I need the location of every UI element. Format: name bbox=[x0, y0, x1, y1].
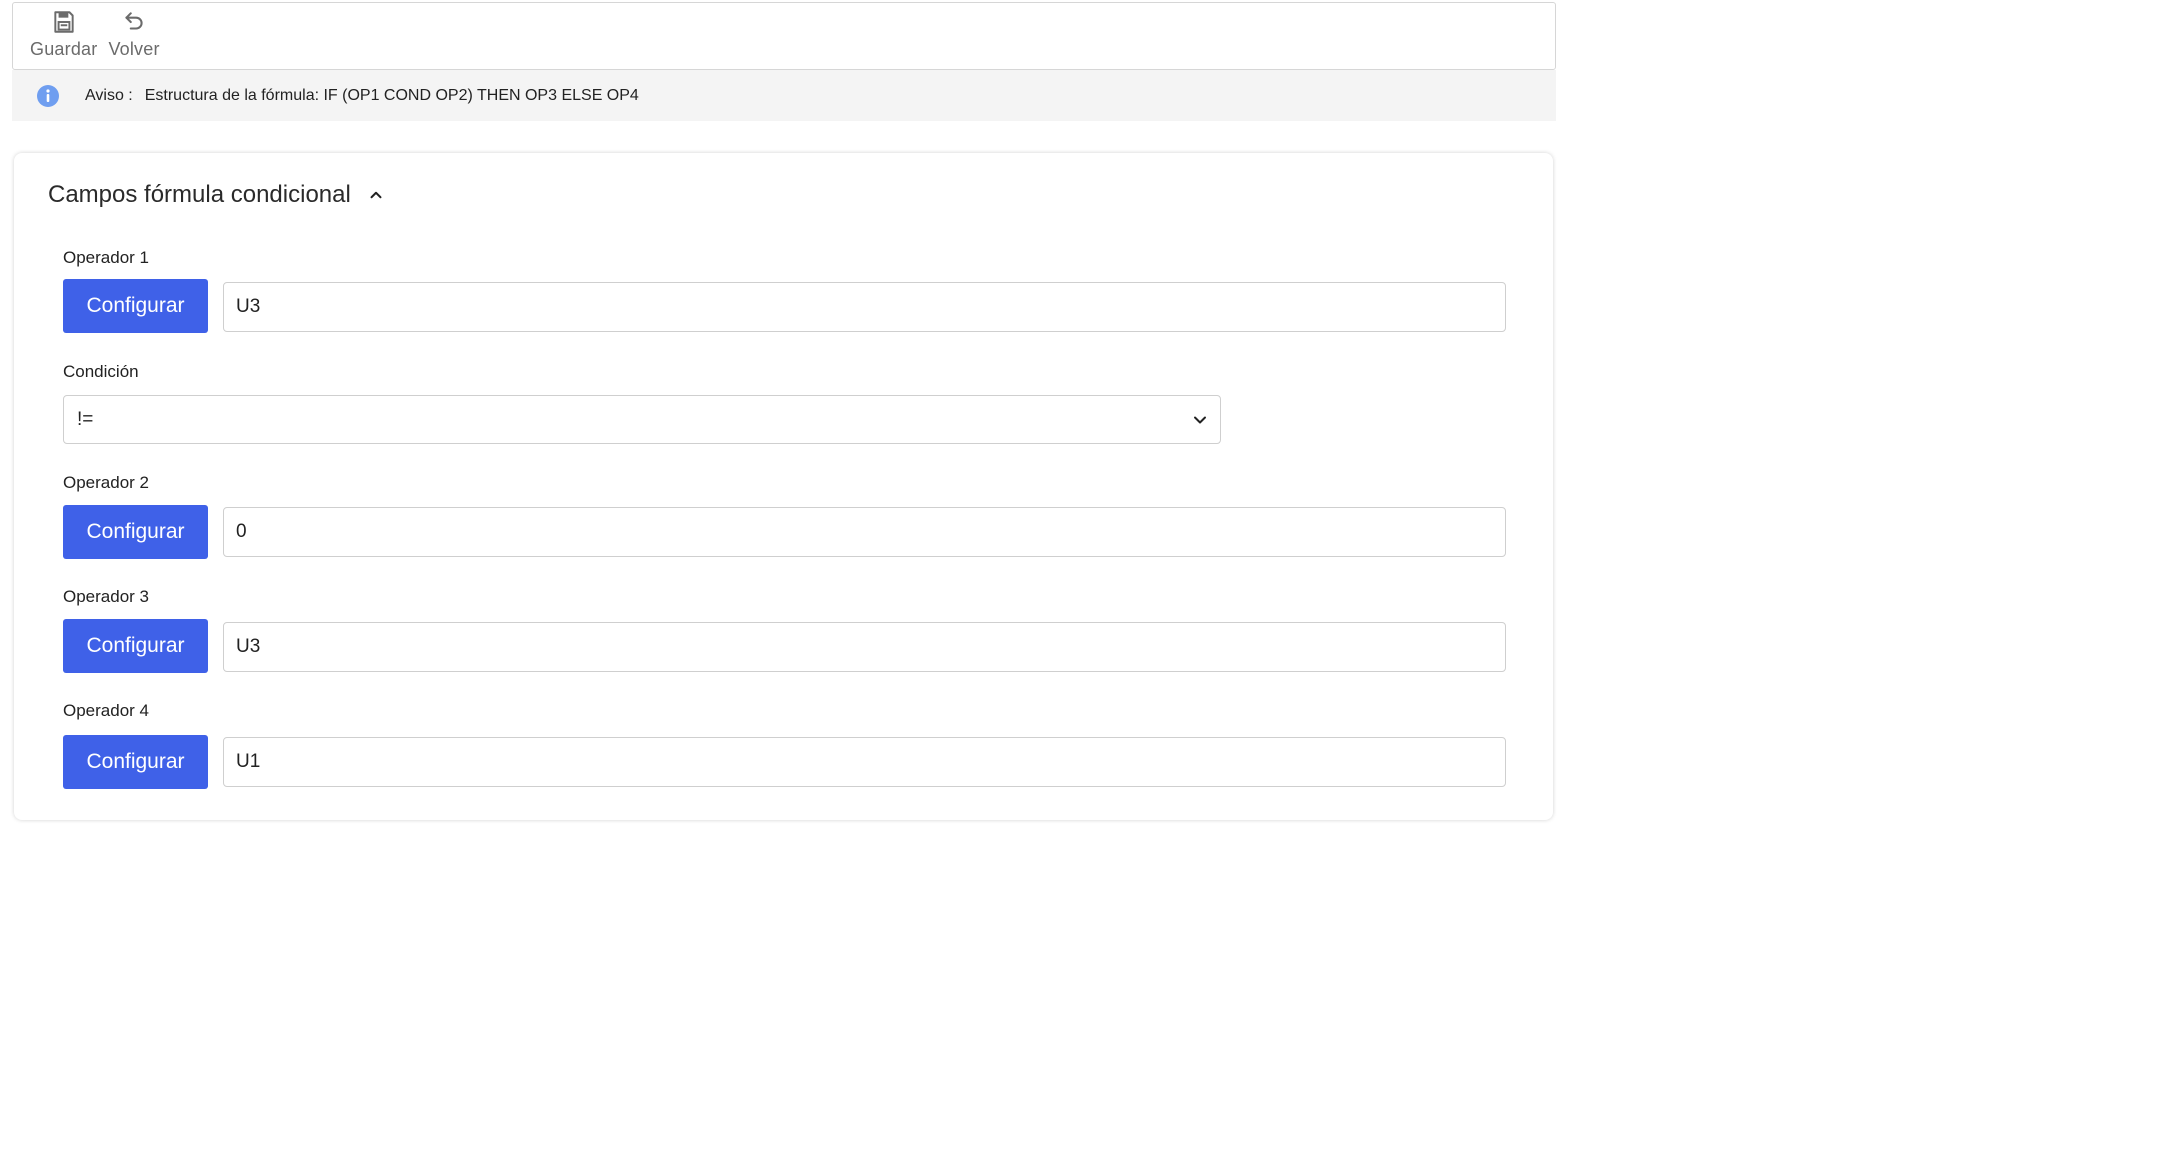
operator3-input[interactable] bbox=[223, 622, 1506, 672]
chevron-down-icon bbox=[1194, 416, 1206, 424]
operator2-input[interactable] bbox=[223, 507, 1506, 557]
condition-label: Condición bbox=[63, 362, 139, 381]
info-icon bbox=[37, 84, 59, 107]
operator4-label: Operador 4 bbox=[63, 701, 149, 720]
condition-selected-value: != bbox=[77, 408, 94, 430]
toolbar: Guardar Volver bbox=[12, 2, 1556, 70]
configure-operator3-button[interactable]: Configurar bbox=[63, 619, 208, 673]
operator1-input[interactable] bbox=[223, 282, 1506, 332]
configure-operator4-button[interactable]: Configurar bbox=[63, 735, 208, 789]
configure-operator2-button[interactable]: Configurar bbox=[63, 505, 208, 559]
condition-select[interactable]: != bbox=[63, 395, 1221, 444]
back-button[interactable]: Volver bbox=[108, 9, 159, 60]
section-header: Campos fórmula condicional bbox=[48, 181, 385, 209]
notice-bar: Aviso : Estructura de la fórmula: IF (OP… bbox=[12, 70, 1556, 121]
configure-operator1-button[interactable]: Configurar bbox=[63, 279, 208, 333]
back-label: Volver bbox=[108, 39, 160, 59]
operator2-label: Operador 2 bbox=[63, 473, 149, 492]
conditional-formula-card: Campos fórmula condicional Operador 1 Co… bbox=[14, 153, 1553, 820]
operator4-input[interactable] bbox=[223, 737, 1506, 787]
undo-icon bbox=[125, 12, 143, 30]
save-button[interactable]: Guardar bbox=[30, 9, 97, 60]
save-label: Guardar bbox=[30, 39, 98, 59]
chevron-up-icon[interactable] bbox=[367, 186, 385, 204]
notice-text: Estructura de la fórmula: IF (OP1 COND O… bbox=[144, 86, 639, 104]
floppy-disk-icon bbox=[54, 11, 74, 33]
section-title: Campos fórmula condicional bbox=[48, 181, 351, 208]
notice-title: Aviso : bbox=[85, 86, 133, 104]
operator3-label: Operador 3 bbox=[63, 587, 149, 606]
operator1-label: Operador 1 bbox=[63, 248, 149, 267]
